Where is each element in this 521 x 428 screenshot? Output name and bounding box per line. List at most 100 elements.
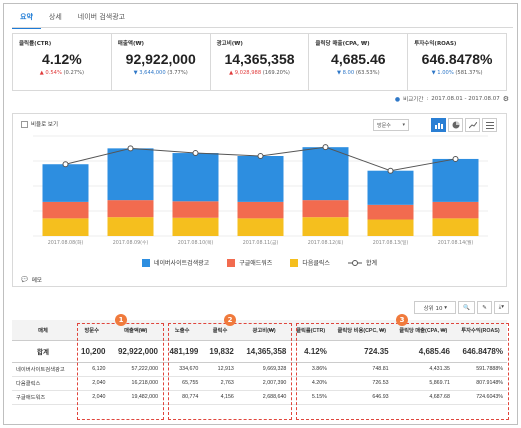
legend-swatch-naver: [142, 258, 150, 267]
bar-segment-naver: [172, 153, 219, 202]
bar-segment-daum: [42, 218, 89, 236]
bar-segment-naver: [107, 148, 154, 201]
kpi-change-value: 3,644,000: [139, 70, 166, 76]
kpi-card: 클릭률(CTR) 4.12% ▲ 0.54% (0.27%): [13, 34, 112, 90]
x-tick-label: 2017.08.10(목): [178, 240, 214, 246]
x-tick-label: 2017.08.08(화): [48, 240, 84, 246]
search-button[interactable]: 🔍: [458, 301, 476, 314]
kpi-change-pct: (169.20%): [262, 70, 290, 76]
kpi-card: 투자수익(ROAS) 646.8478% ▼ 1.00% (581.37%): [408, 34, 506, 90]
stacked-bar-chart: 2017.08.08(화) 2017.08.09(수) 2017.08.10(목) 2…: [33, 135, 488, 246]
total-point: [257, 153, 264, 159]
legend-label-daum: 다음클릭스: [302, 260, 330, 267]
highlight-group-2: [168, 323, 292, 420]
bar-segment-daum: [432, 218, 479, 236]
legend-line-marker-icon: [347, 259, 362, 266]
row-label: 합계: [12, 340, 75, 363]
arrow-down-icon: ▼: [336, 70, 341, 76]
kpi-value: 14,365,358: [224, 51, 295, 67]
kpi-card: 광고비(₩) 14,365,358 ▲ 9,028,988 (169.20%): [211, 34, 310, 90]
kpi-card: 매출액(₩) 92,922,000 ▼ 3,644,000 (3.77%): [112, 34, 211, 90]
legend-label-total: 합계: [365, 260, 377, 267]
kpi-change: ▲ 9,028,988 (169.20%): [217, 70, 303, 76]
row-label: 구글애드워즈: [12, 390, 75, 405]
chart-legend: 네이버사이트검색광고 구글애드워즈 다음클릭스 합계: [13, 258, 506, 267]
compare-dot-icon: ●: [394, 95, 401, 103]
x-tick-label: 2017.08.09(수): [113, 240, 149, 246]
x-tick-label: 2017.08.14(월): [438, 239, 474, 246]
bar-segment-naver: [302, 147, 349, 201]
gear-icon[interactable]: ⚙: [503, 95, 509, 103]
row-label: 다음클릭스: [12, 376, 75, 391]
rows-select-value: 상위 10: [423, 305, 443, 312]
legend-swatch-google: [227, 258, 236, 267]
edit-button[interactable]: ✎: [477, 301, 492, 314]
memo-label: 메모: [31, 277, 42, 284]
kpi-value: 4,685.46: [331, 51, 386, 67]
bar-segment-daum: [367, 219, 414, 236]
kpi-change-pct: (63.53%): [355, 70, 380, 76]
highlight-group-1: [77, 323, 164, 420]
x-tick-label: 2017.08.12(토): [308, 240, 344, 246]
kpi-label: 클릭률(CTR): [19, 41, 52, 47]
bar-segment-google: [367, 204, 414, 220]
bar-segment-google: [172, 201, 219, 218]
download-button[interactable]: ⤓▾: [493, 301, 509, 314]
kpi-label: 매출액(₩): [117, 41, 145, 47]
bar-segment-daum: [172, 217, 219, 236]
kpi-card: 클릭당 매출(CPA, ₩) 4,685.46 ▼ 8.00 (63.53%): [309, 34, 409, 90]
bar-segment-daum: [107, 217, 154, 236]
chevron-down-icon: ▾: [444, 304, 448, 311]
kpi-change-value: 9,028,988: [234, 70, 262, 76]
memo-bar[interactable]: 💬 메모: [12, 273, 507, 287]
kpi-change-value: 1.00%: [437, 70, 454, 76]
legend-item-naver[interactable]: 네이버사이트검색광고: [142, 258, 209, 267]
badge-1: 1: [115, 314, 127, 326]
chat-bubble-icon: 💬: [21, 276, 28, 283]
kpi-panel: 클릭률(CTR) 4.12% ▲ 0.54% (0.27%) 매출액(₩) 92,922…: [12, 33, 507, 91]
search-icon: 🔍: [463, 304, 471, 311]
legend-swatch-daum: [290, 258, 299, 267]
highlight-group-3: [296, 323, 509, 420]
arrow-down-icon: ▼: [133, 70, 138, 76]
x-tick-label: 2017.08.11(금): [243, 240, 279, 246]
total-point: [452, 155, 459, 162]
kpi-label: 광고비(₩): [216, 41, 243, 47]
tab-divider: [12, 27, 513, 28]
bar-segment-google: [42, 201, 89, 219]
bar-segment-naver: [432, 158, 479, 202]
arrow-up-icon: ▲: [39, 70, 44, 76]
kpi-value: 4.12%: [42, 51, 82, 67]
arrow-up-icon: ▲: [229, 70, 234, 76]
period-range: 2017.08.01 - 2017.08.07: [431, 96, 500, 102]
total-point: [127, 145, 134, 152]
table-toolbar: 상위 10 ▾ 🔍 ✎ ⤓▾: [414, 301, 509, 314]
kpi-value: 646.8478%: [421, 51, 493, 67]
bar-segment-naver: [367, 170, 414, 205]
bar-segment-daum: [237, 218, 284, 236]
kpi-change: ▼ 1.00% (581.37%): [414, 70, 500, 76]
arrow-down-icon: ▼: [431, 70, 436, 76]
row-label: 네이버사이트검색광고: [12, 362, 75, 377]
legend-item-total[interactable]: 합계: [347, 258, 377, 267]
download-icon: ⤓▾: [498, 304, 504, 310]
bar-segment-google: [107, 200, 154, 218]
comparison-period: ● 비교기간 : 2017.08.01 - 2017.08.07 ⚙: [395, 95, 509, 103]
rows-select[interactable]: 상위 10 ▾: [414, 301, 457, 314]
legend-item-daum[interactable]: 다음클릭스: [290, 258, 330, 267]
total-point: [387, 167, 394, 174]
total-point: [192, 150, 199, 157]
legend-item-google[interactable]: 구글애드워즈: [227, 258, 272, 267]
period-label: 비교기간: [403, 97, 424, 103]
column-header[interactable]: 매체: [12, 320, 75, 341]
kpi-change-pct: (581.37%): [455, 70, 483, 76]
chart-panel: 비율로 보기 방문수 ▾ 2017.08.08(화) 2017.08.09(수) 2…: [12, 113, 507, 287]
total-point: [62, 161, 69, 168]
kpi-change-value: 0.54%: [45, 70, 62, 76]
kpi-value: 92,922,000: [125, 51, 196, 67]
kpi-change: ▼ 3,644,000 (3.77%): [118, 70, 204, 76]
kpi-change: ▲ 0.54% (0.27%): [19, 70, 105, 76]
bar-segment-naver: [42, 164, 89, 202]
kpi-change: ▼ 8.00 (63.53%): [315, 70, 401, 76]
kpi-change-value: 8.00: [342, 70, 355, 76]
